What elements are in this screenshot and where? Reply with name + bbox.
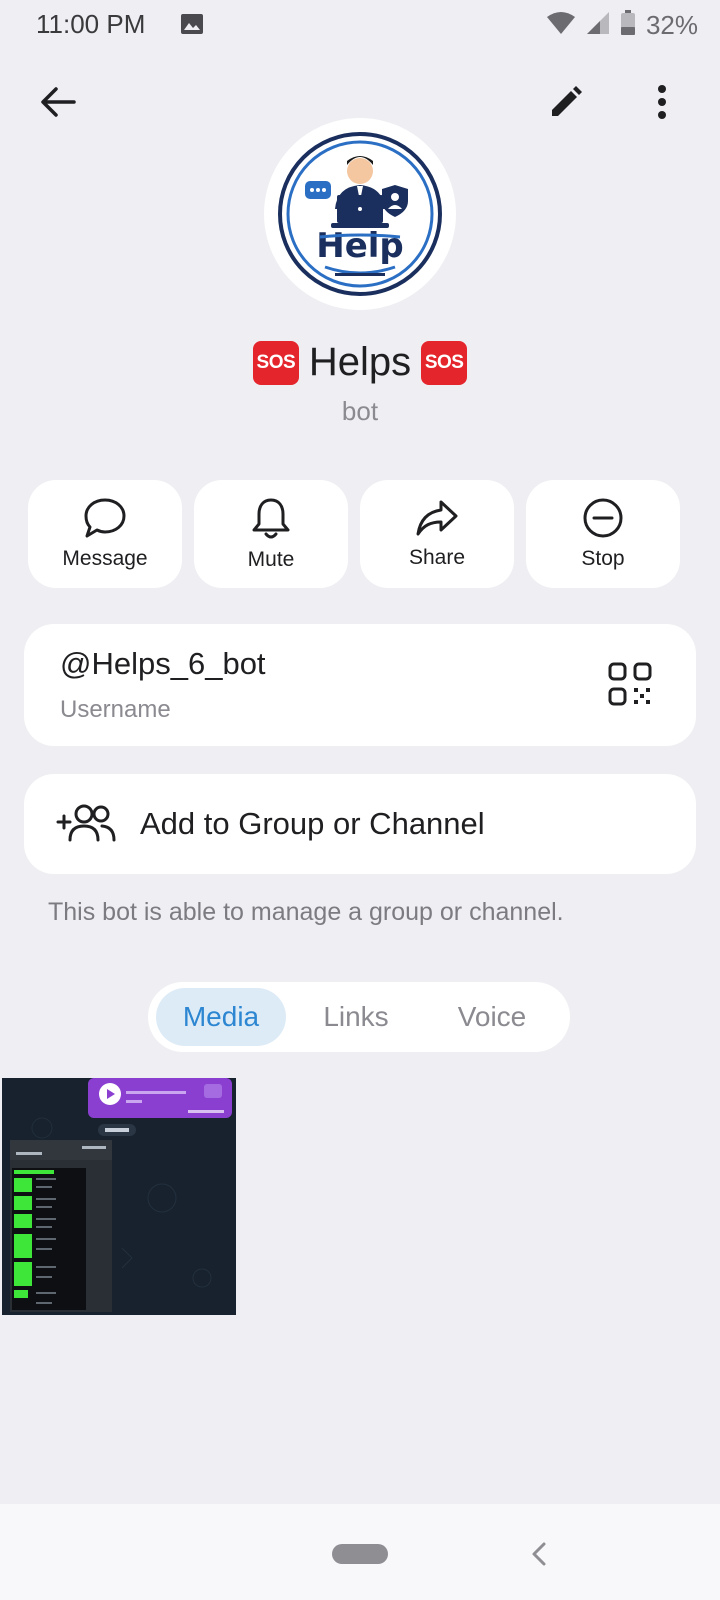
mute-label: Mute: [247, 548, 295, 571]
stop-minus-circle-icon: [583, 498, 623, 538]
stop-button[interactable]: Stop: [526, 480, 680, 588]
wifi-icon: [546, 11, 576, 40]
action-row: Message Mute Share Stop: [28, 480, 692, 588]
status-bar: 11:00 PM 32%: [0, 0, 720, 50]
status-indicators: 32%: [546, 10, 698, 41]
bell-icon: [252, 498, 290, 539]
battery-icon: [620, 10, 636, 41]
message-label: Message: [62, 547, 148, 570]
more-vert-icon[interactable]: [638, 78, 686, 126]
mute-button[interactable]: Mute: [194, 480, 348, 588]
sos-badge-left: SOS: [252, 340, 299, 385]
tab-links[interactable]: Links: [296, 988, 416, 1046]
battery-percent: 32%: [645, 10, 698, 40]
username-card[interactable]: @Helps_6_bot Username: [24, 624, 696, 746]
share-arrow-icon: [416, 500, 458, 536]
back-arrow-icon[interactable]: [34, 78, 82, 126]
shared-media-tabs: Media Links Voice: [148, 982, 570, 1052]
sos-badge-right: SOS: [421, 340, 468, 385]
message-bubble-icon: [84, 498, 126, 538]
qr-code-icon[interactable]: [608, 662, 652, 706]
profile-subtitle: bot: [341, 396, 379, 426]
help-logo: Help: [278, 132, 442, 296]
tab-media[interactable]: Media: [156, 988, 286, 1046]
stop-label: Stop: [581, 547, 625, 570]
logo-text: Help: [316, 226, 404, 266]
home-pill[interactable]: [332, 1544, 388, 1564]
message-button[interactable]: Message: [28, 480, 182, 588]
username-label: Username: [60, 696, 171, 723]
nav-back-icon[interactable]: [528, 1540, 552, 1568]
media-thumbnail[interactable]: [2, 1078, 236, 1315]
image-icon: [180, 13, 204, 35]
share-label: Share: [408, 546, 466, 569]
status-time: 11:00 PM: [36, 9, 146, 39]
bot-permission-hint: This bot is able to manage a group or ch…: [48, 898, 564, 926]
edit-pencil-icon[interactable]: [542, 78, 590, 126]
add-to-group-label: Add to Group or Channel: [140, 806, 485, 841]
username-value[interactable]: @Helps_6_bot: [60, 646, 266, 682]
tab-voice[interactable]: Voice: [428, 988, 556, 1046]
add-to-group-button[interactable]: Add to Group or Channel: [24, 774, 696, 874]
share-button[interactable]: Share: [360, 480, 514, 588]
profile-avatar[interactable]: Help: [264, 118, 456, 310]
profile-name: SOS Helps SOS: [0, 340, 720, 385]
profile-name-text: Helps: [308, 340, 412, 384]
system-navigation-bar: [0, 1504, 720, 1600]
signal-icon: [586, 11, 610, 40]
add-users-icon: [56, 802, 116, 846]
